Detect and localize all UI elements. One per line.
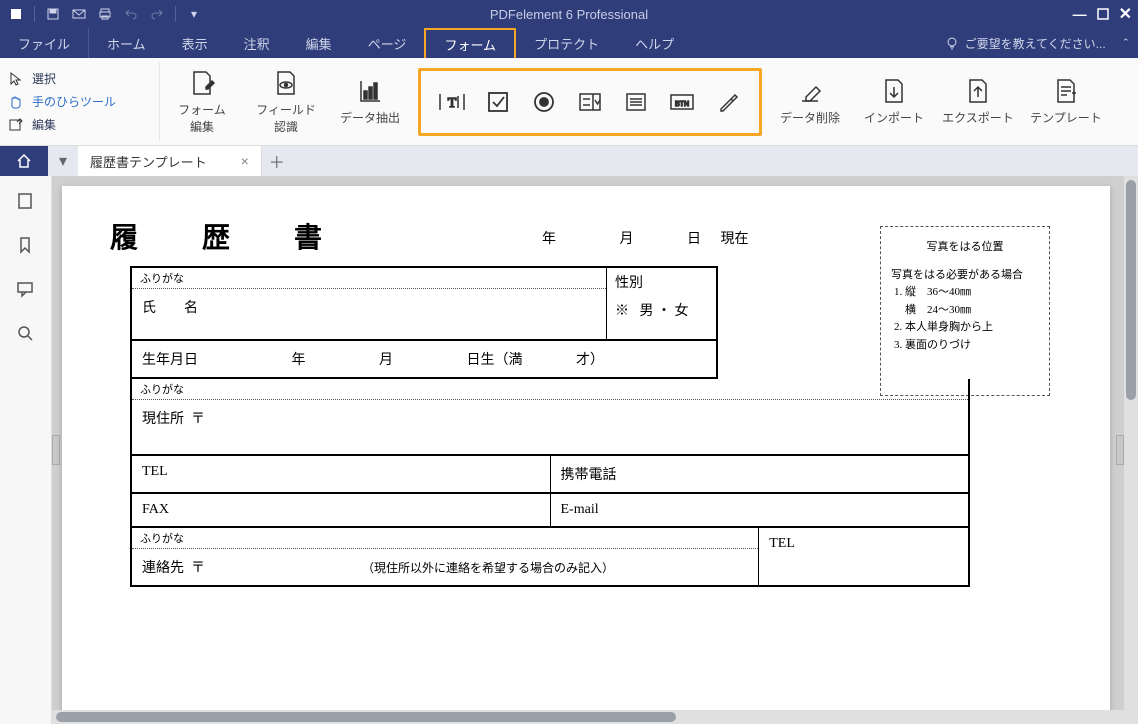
close-button[interactable]: ✕ bbox=[1119, 4, 1132, 24]
chart-icon bbox=[356, 77, 384, 105]
text-field-tool[interactable]: T bbox=[437, 87, 467, 117]
document-tab-label: 履歴書テンプレート bbox=[90, 152, 207, 171]
menu-form[interactable]: フォーム bbox=[424, 28, 516, 58]
ribbon: 選択 手のひらツール 編集 フォーム 編集 フィールド 認識 データ抽出 T bbox=[0, 58, 1138, 146]
menu-note[interactable]: 注釈 bbox=[226, 28, 288, 58]
home-icon bbox=[15, 152, 33, 170]
app-title: PDFelement 6 Professional bbox=[490, 7, 648, 22]
app-icon bbox=[8, 6, 24, 22]
eye-doc-icon bbox=[272, 69, 300, 97]
bulb-icon bbox=[945, 36, 959, 50]
bookmarks-panel-button[interactable] bbox=[16, 236, 36, 256]
data-delete-button[interactable]: データ削除 bbox=[768, 58, 852, 146]
checkbox-tool[interactable] bbox=[483, 87, 513, 117]
menu-bar: ファイル ホーム 表示 注釈 編集 ページ フォーム プロテクト ヘルプ ご要望… bbox=[0, 28, 1138, 58]
mobile-field: 携帯電話 bbox=[550, 456, 969, 492]
form-field-tools: T BTN bbox=[418, 68, 762, 136]
menu-file[interactable]: ファイル bbox=[0, 28, 89, 58]
menu-help[interactable]: ヘルプ bbox=[617, 28, 692, 58]
cursor-icon bbox=[8, 71, 24, 87]
feedback-link[interactable]: ご要望を教えてください... bbox=[945, 35, 1124, 52]
comments-panel-button[interactable] bbox=[16, 280, 36, 300]
print-icon[interactable] bbox=[97, 6, 113, 22]
menu-home[interactable]: ホーム bbox=[89, 28, 164, 58]
birth-field: 生年月日 年 月 日生（満 才） bbox=[132, 341, 716, 377]
thumbnails-panel-button[interactable] bbox=[16, 192, 36, 212]
tab-dropdown[interactable]: ▾ bbox=[48, 146, 78, 176]
right-pane-handle[interactable] bbox=[1116, 435, 1124, 465]
sidebar bbox=[0, 176, 52, 724]
redo-icon[interactable] bbox=[149, 6, 165, 22]
pencil-icon bbox=[8, 117, 24, 133]
export-button[interactable]: エクスポート bbox=[936, 58, 1020, 146]
menu-page[interactable]: ページ bbox=[350, 28, 425, 58]
date-line: 年 月 日 現在 bbox=[482, 228, 749, 248]
title-bar: ▾ PDFelement 6 Professional — ✕ bbox=[0, 0, 1138, 28]
svg-text:BTN: BTN bbox=[675, 101, 689, 108]
horizontal-scrollbar[interactable] bbox=[52, 710, 1124, 724]
document-page: 履 歴 書 年 月 日 現在 写真をはる位置 写真をはる必要がある場合 縦 36… bbox=[62, 186, 1110, 724]
signature-tool[interactable] bbox=[713, 87, 743, 117]
name-field: 氏 名 bbox=[132, 289, 606, 339]
edit-tool-button[interactable]: 編集 bbox=[8, 114, 151, 135]
tel-field: TEL bbox=[132, 456, 550, 492]
workspace: 履 歴 書 年 月 日 現在 写真をはる位置 写真をはる必要がある場合 縦 36… bbox=[0, 176, 1138, 724]
contact-field: 連絡先 〒 （現住所以外に連絡を希望する場合のみ記入） bbox=[132, 549, 758, 585]
document-canvas[interactable]: 履 歴 書 年 月 日 現在 写真をはる位置 写真をはる必要がある場合 縦 36… bbox=[52, 176, 1138, 724]
hand-tool-button[interactable]: 手のひらツール bbox=[8, 91, 151, 112]
menu-protect[interactable]: プロテクト bbox=[516, 28, 617, 58]
home-tab-button[interactable] bbox=[0, 146, 48, 176]
svg-text:T: T bbox=[448, 96, 457, 111]
import-icon bbox=[880, 77, 908, 105]
field-recognition-button[interactable]: フィールド 認識 bbox=[244, 58, 328, 146]
form-edit-icon bbox=[188, 69, 216, 97]
template-button[interactable]: テンプレート bbox=[1020, 58, 1112, 146]
vertical-scrollbar[interactable] bbox=[1124, 176, 1138, 724]
save-icon[interactable] bbox=[45, 6, 61, 22]
left-pane-handle[interactable] bbox=[52, 435, 60, 465]
data-extract-button[interactable]: データ抽出 bbox=[328, 58, 412, 146]
resume-form: ふりがな 氏 名 性別 ※ 男 ・ bbox=[130, 266, 970, 587]
menu-edit[interactable]: 編集 bbox=[288, 28, 350, 58]
undo-icon[interactable] bbox=[123, 6, 139, 22]
qat-dropdown-icon[interactable]: ▾ bbox=[186, 6, 202, 22]
ribbon-collapse-button[interactable]: ˆ bbox=[1124, 36, 1138, 51]
new-tab-button[interactable]: ＋ bbox=[262, 146, 292, 176]
combo-box-tool[interactable] bbox=[575, 87, 605, 117]
address-field: 現住所 〒 bbox=[132, 400, 968, 454]
template-icon bbox=[1052, 77, 1080, 105]
form-edit-button[interactable]: フォーム 編集 bbox=[160, 58, 244, 146]
close-tab-button[interactable]: × bbox=[241, 153, 249, 169]
hand-icon bbox=[8, 94, 24, 110]
export-icon bbox=[964, 77, 992, 105]
button-tool[interactable]: BTN bbox=[667, 87, 697, 117]
radio-tool[interactable] bbox=[529, 87, 559, 117]
tel2-field: TEL bbox=[759, 528, 968, 560]
fax-field: FAX bbox=[132, 494, 550, 526]
mail-icon[interactable] bbox=[71, 6, 87, 22]
search-panel-button[interactable] bbox=[16, 324, 36, 344]
tab-strip: ▾ 履歴書テンプレート × ＋ bbox=[0, 146, 1138, 176]
eraser-icon bbox=[796, 77, 824, 105]
maximize-button[interactable] bbox=[1097, 8, 1109, 20]
import-button[interactable]: インポート bbox=[852, 58, 936, 146]
document-tab[interactable]: 履歴書テンプレート × bbox=[78, 146, 262, 176]
email-field: E-mail bbox=[550, 494, 969, 526]
select-tool-button[interactable]: 選択 bbox=[8, 68, 151, 89]
menu-view[interactable]: 表示 bbox=[164, 28, 226, 58]
minimize-button[interactable]: — bbox=[1073, 6, 1087, 22]
list-box-tool[interactable] bbox=[621, 87, 651, 117]
